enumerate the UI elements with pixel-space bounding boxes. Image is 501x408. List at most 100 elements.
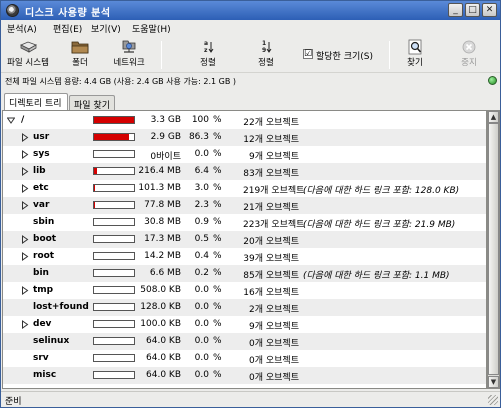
folder-name: sys [33, 149, 50, 159]
find-button[interactable]: 찾기 [403, 39, 427, 71]
percent-symbol: % [213, 302, 222, 312]
object-count: 219개 오브젝트 [243, 186, 305, 196]
window-title: 디스크 사용량 분석 [25, 8, 111, 19]
usage-bar [93, 133, 135, 141]
tree-row[interactable]: sys 0바이트 0.0% 9개 오브젝트 [3, 146, 486, 163]
percent-symbol: % [213, 115, 222, 125]
expander-closed-icon[interactable] [21, 252, 29, 261]
menu-analyze[interactable]: 분석(A) [7, 22, 37, 35]
folder-name: boot [33, 234, 57, 244]
hardlink-note: (다음에 대한 하드 링크 포함: 128.0 KB) [303, 186, 460, 196]
usage-percent: 100 [191, 115, 209, 125]
expander-closed-icon[interactable] [21, 150, 29, 159]
tree-row[interactable]: usr 2.9 GB 86.3% 12개 오브젝트 [3, 129, 486, 146]
scan-filesystem-button[interactable]: 파일 시스템 [5, 39, 51, 71]
usage-percent: 0.0 [194, 353, 209, 363]
scroll-thumb[interactable] [488, 123, 499, 375]
usage-bar [93, 116, 135, 124]
tree-row[interactable]: selinux 64.0 KB 0.0% 0개 오브젝트 [3, 333, 486, 350]
tree-row[interactable]: boot 17.3 MB 0.5% 20개 오브젝트 [3, 231, 486, 248]
folder-name: selinux [33, 336, 70, 346]
expander-closed-icon[interactable] [21, 320, 29, 329]
sort-size-button[interactable]: 1 9 정렬 [251, 39, 281, 71]
tree-row[interactable]: misc 64.0 KB 0.0% 0개 오브젝트 [3, 367, 486, 384]
folder-name: tmp [33, 285, 54, 295]
usage-percent: 0.0 [194, 285, 209, 295]
close-button[interactable]: ✕ [482, 3, 497, 17]
scan-folder-button[interactable]: 폴더 [65, 39, 95, 71]
menu-edit[interactable]: 편집(E) [53, 22, 82, 35]
folder-name: dev [33, 319, 52, 329]
folder-size: 77.8 MB [144, 200, 181, 210]
expander-closed-icon[interactable] [21, 235, 29, 244]
object-count: 12개 오브젝트 [243, 135, 299, 145]
sort-alpha-button[interactable]: a z 정렬 [193, 39, 223, 71]
tree-row[interactable]: var 77.8 MB 2.3% 21개 오브젝트 [3, 197, 486, 214]
usage-percent: 0.0 [194, 149, 209, 159]
sort-numeric-icon: 1 9 [262, 40, 272, 54]
status-indicator-icon [488, 76, 497, 85]
usage-percent: 2.3 [194, 200, 209, 210]
usage-bar-fill [94, 117, 134, 123]
directory-tree-list[interactable]: / 3.3 GB 100% 22개 오브젝트 usr 2.9 GB 86.3% 12개 오브젝… [2, 110, 487, 389]
svg-text:z: z [204, 47, 208, 54]
sort-alpha-label: 정렬 [200, 58, 216, 68]
tree-row[interactable]: root 14.2 MB 0.4% 39개 오브젝트 [3, 248, 486, 265]
object-count: 39개 오브젝트 [243, 254, 299, 264]
svg-text:1: 1 [262, 40, 266, 47]
folder-name: root [33, 251, 55, 261]
object-count: 20개 오브젝트 [243, 237, 299, 247]
folder-name: sbin [33, 217, 55, 227]
tree-row[interactable]: lost+found 128.0 KB 0.0% 2개 오브젝트 [3, 299, 486, 316]
scroll-up-button[interactable]: ▲ [488, 111, 499, 123]
scan-filesystem-label: 파일 시스템 [7, 58, 49, 68]
resize-grip[interactable] [488, 395, 498, 405]
menu-help[interactable]: 도움말(H) [132, 22, 171, 35]
usage-percent: 6.4 [194, 166, 209, 176]
folder-name: lib [33, 166, 46, 176]
tree-row[interactable]: bin 6.6 MB 0.2% 85개 오브젝트 (다음에 대한 하드 링크 포함: 1… [3, 265, 486, 282]
svg-text:9: 9 [262, 47, 266, 54]
tree-row[interactable]: dev 100.0 KB 0.0% 9개 오브젝트 [3, 316, 486, 333]
folder-size: 508.0 KB [140, 285, 181, 295]
usage-bar [93, 337, 135, 345]
tree-row[interactable]: sbin 30.8 MB 0.9% 223개 오브젝트 (다음에 대한 하드 링크 포함… [3, 214, 486, 231]
scroll-down-button[interactable]: ▼ [488, 376, 499, 388]
expander-closed-icon[interactable] [21, 201, 29, 210]
object-count: 0개 오브젝트 [249, 356, 299, 366]
percent-symbol: % [213, 370, 222, 380]
tree-row[interactable]: etc 101.3 MB 3.0% 219개 오브젝트 (다음에 대한 하드 링크 포함… [3, 180, 486, 197]
minimize-button[interactable]: _ [448, 3, 463, 17]
folder-size: 30.8 MB [144, 217, 181, 227]
tab-directory-tree[interactable]: 디렉토리 트리 [4, 93, 68, 110]
percent-symbol: % [213, 217, 222, 227]
expander-closed-icon[interactable] [21, 133, 29, 142]
tree-row[interactable]: tmp 508.0 KB 0.0% 16개 오브젝트 [3, 282, 486, 299]
vertical-scrollbar[interactable]: ▲ ▼ [487, 110, 500, 389]
menu-view[interactable]: 보기(V) [91, 22, 121, 35]
usage-percent: 86.3 [188, 132, 209, 142]
stop-button[interactable]: 중지 [457, 39, 481, 71]
maximize-button[interactable]: □ [465, 3, 480, 17]
sort-alpha-icon: a z [204, 40, 214, 54]
scan-network-button[interactable]: 네트워크 [109, 39, 149, 71]
expander-closed-icon[interactable] [21, 286, 29, 295]
usage-percent: 3.0 [194, 183, 209, 193]
allocated-size-checkbox[interactable]: ☑ [303, 49, 313, 59]
tree-row[interactable]: srv 64.0 KB 0.0% 0개 오브젝트 [3, 350, 486, 367]
tree-row[interactable]: / 3.3 GB 100% 22개 오브젝트 [3, 112, 486, 129]
folder-name: srv [33, 353, 49, 363]
tab-file-search[interactable]: 파일 찾기 [69, 95, 115, 111]
title-bar[interactable]: 디스크 사용량 분석 _ □ ✕ [1, 1, 500, 20]
tree-row[interactable]: lib 216.4 MB 6.4% 83개 오브젝트 [3, 163, 486, 180]
folder-name: misc [33, 370, 57, 380]
expander-open-icon[interactable] [6, 116, 16, 125]
object-count: 83개 오브젝트 [243, 169, 299, 179]
percent-symbol: % [213, 336, 222, 346]
expander-closed-icon[interactable] [21, 184, 29, 193]
usage-percent: 0.5 [194, 234, 209, 244]
folder-name: bin [33, 268, 49, 278]
usage-percent: 0.0 [194, 302, 209, 312]
allocated-size-label[interactable]: 할당한 크기(S) [316, 49, 373, 62]
expander-closed-icon[interactable] [21, 167, 29, 176]
